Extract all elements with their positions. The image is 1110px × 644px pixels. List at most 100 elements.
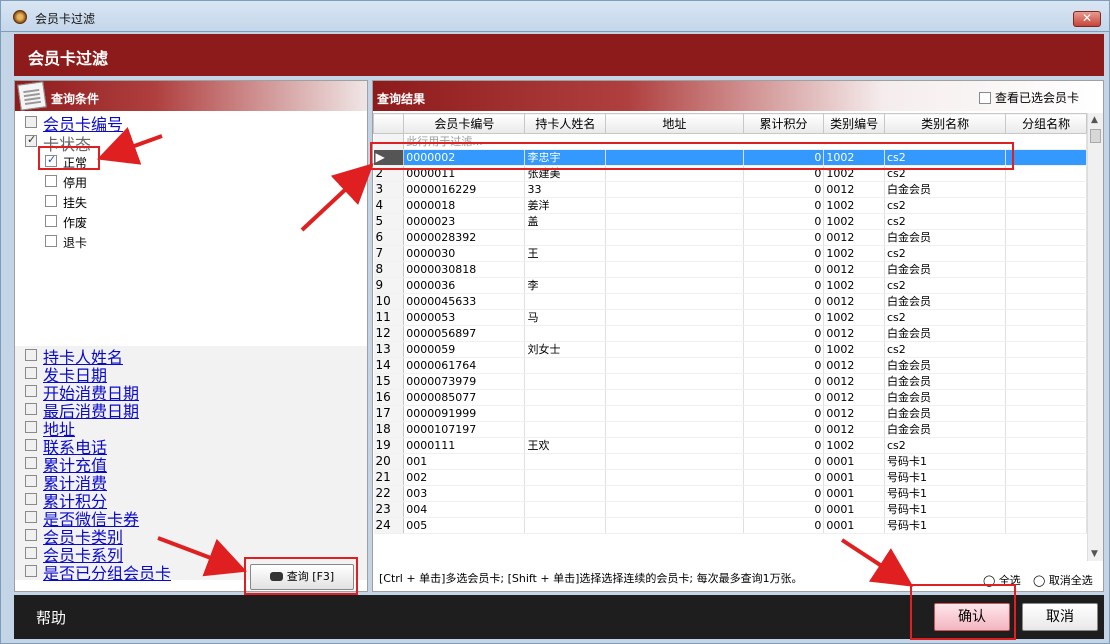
card-no-checkbox[interactable] <box>25 116 37 128</box>
category-no-cell: 1002 <box>823 341 885 358</box>
address-cell <box>605 517 744 534</box>
table-row[interactable]: 8 0000030818 0 0012 白金会员 <box>373 261 1087 278</box>
table-row[interactable]: 7 0000030 王 0 1002 cs2 <box>373 245 1087 262</box>
col-holder-name[interactable]: 持卡人姓名 <box>524 113 607 134</box>
close-button[interactable]: ✕ <box>1073 11 1101 27</box>
holder-name-cell <box>524 261 607 278</box>
status-lost-checkbox[interactable] <box>45 195 57 207</box>
cond-checkbox[interactable] <box>25 547 37 559</box>
address-cell <box>605 421 744 438</box>
col-card-no[interactable]: 会员卡编号 <box>403 113 526 134</box>
table-row[interactable]: 15 0000073979 0 0012 白金会员 <box>373 373 1087 390</box>
condition-grouped-card[interactable]: 是否已分组会员卡 <box>43 560 171 584</box>
table-row[interactable]: 17 0000091999 0 0012 白金会员 <box>373 405 1087 422</box>
help-link[interactable]: 帮助 <box>36 607 66 628</box>
category-name-cell: 白金会员 <box>884 229 1007 246</box>
conditions-title: 查询条件 <box>51 92 100 106</box>
table-row[interactable]: 6 0000028392 0 0012 白金会员 <box>373 229 1087 246</box>
annotation-box-status <box>38 146 100 170</box>
address-cell <box>605 453 744 470</box>
table-row[interactable]: 21 002 0 0001 号码卡1 <box>373 469 1087 486</box>
col-category-no[interactable]: 类别编号 <box>823 113 885 134</box>
row-number-cell: 17 <box>373 405 405 422</box>
category-no-cell: 0012 <box>823 181 885 198</box>
points-cell: 0 <box>743 325 825 342</box>
scroll-down-icon[interactable]: ▼ <box>1091 549 1098 559</box>
results-grid: 会员卡编号 持卡人姓名 地址 累计积分 类别编号 类别名称 分组名称 此行用于过… <box>373 113 1087 561</box>
table-row[interactable]: 14 0000061764 0 0012 白金会员 <box>373 357 1087 374</box>
status-void-checkbox[interactable] <box>45 215 57 227</box>
card-no-cell: 003 <box>403 485 526 502</box>
category-name-cell: 白金会员 <box>884 357 1007 374</box>
category-no-cell: 0012 <box>823 293 885 310</box>
address-cell <box>605 405 744 422</box>
table-row[interactable]: 16 0000085077 0 0012 白金会员 <box>373 389 1087 406</box>
cond-checkbox[interactable] <box>25 367 37 379</box>
cond-checkbox[interactable] <box>25 529 37 541</box>
cond-checkbox[interactable] <box>25 493 37 505</box>
category-name-cell: cs2 <box>884 341 1007 358</box>
conditions-header: 查询条件 <box>15 81 367 111</box>
table-row[interactable]: 22 003 0 0001 号码卡1 <box>373 485 1087 502</box>
col-points[interactable]: 累计积分 <box>742 113 825 134</box>
table-row[interactable]: 4 0000018 姜洋 0 1002 cs2 <box>373 197 1087 214</box>
condition-list: 持卡人姓名 发卡日期 开始消费日期 最后消费日期 地址 联系电话 累计充值 累计… <box>15 346 367 583</box>
table-row[interactable]: 24 005 0 0001 号码卡1 <box>373 517 1087 534</box>
deselect-all-button[interactable]: ◯ 取消全选 <box>1033 572 1093 588</box>
holder-name-cell: 姜洋 <box>524 197 607 214</box>
table-row[interactable]: 9 0000036 李 0 1002 cs2 <box>373 277 1087 294</box>
col-group-name[interactable]: 分组名称 <box>1005 113 1087 134</box>
cond-checkbox[interactable] <box>25 565 37 577</box>
holder-name-cell: 马 <box>524 309 607 326</box>
card-no-cell: 004 <box>403 501 526 518</box>
cond-checkbox[interactable] <box>25 421 37 433</box>
table-row[interactable]: 20 001 0 0001 号码卡1 <box>373 453 1087 470</box>
view-selected-checkbox[interactable] <box>978 92 991 104</box>
cond-checkbox[interactable] <box>25 511 37 523</box>
cond-checkbox[interactable] <box>25 439 37 451</box>
holder-name-cell <box>524 501 607 518</box>
category-no-cell: 0012 <box>823 421 885 438</box>
scroll-up-icon[interactable]: ▲ <box>1091 115 1098 125</box>
address-cell <box>605 197 744 214</box>
holder-name-cell <box>524 485 607 502</box>
category-no-cell: 1002 <box>823 437 885 454</box>
holder-name-cell: 王欢 <box>524 437 607 454</box>
status-disabled-checkbox[interactable] <box>45 175 57 187</box>
holder-name-cell <box>524 421 607 438</box>
table-row[interactable]: 18 0000107197 0 0012 白金会员 <box>373 421 1087 438</box>
cond-checkbox[interactable] <box>25 403 37 415</box>
table-row[interactable]: 19 0000111 王欢 0 1002 cs2 <box>373 437 1087 454</box>
group-name-cell <box>1005 357 1087 374</box>
table-row[interactable]: 11 0000053 马 0 1002 cs2 <box>373 309 1087 326</box>
table-row[interactable]: 23 004 0 0001 号码卡1 <box>373 501 1087 518</box>
col-category-name[interactable]: 类别名称 <box>883 113 1007 134</box>
row-number-cell: 7 <box>373 245 405 262</box>
col-address[interactable]: 地址 <box>605 113 744 134</box>
category-name-cell: cs2 <box>884 197 1007 214</box>
category-name-cell: cs2 <box>884 309 1007 326</box>
group-name-cell <box>1005 229 1087 246</box>
cond-checkbox[interactable] <box>25 475 37 487</box>
cancel-button[interactable]: 取消 <box>1022 603 1098 631</box>
vertical-scrollbar[interactable]: ▲ ▼ <box>1087 113 1103 561</box>
app-icon <box>13 10 27 24</box>
table-row[interactable]: 13 0000059 刘女士 0 1002 cs2 <box>373 341 1087 358</box>
card-status-checkbox[interactable] <box>25 133 37 147</box>
scroll-thumb[interactable] <box>1090 129 1101 143</box>
cond-checkbox[interactable] <box>25 457 37 469</box>
view-selected-toggle[interactable]: 查看已选会员卡 <box>978 89 1079 106</box>
table-row[interactable]: 12 0000056897 0 0012 白金会员 <box>373 325 1087 342</box>
category-name-cell: 号码卡1 <box>884 469 1007 486</box>
card-no-cell: 0000056897 <box>403 325 526 342</box>
table-row[interactable]: 3 0000016229 33 0 0012 白金会员 <box>373 181 1087 198</box>
status-returned-checkbox[interactable] <box>45 235 57 247</box>
table-row[interactable]: 5 0000023 盖 0 1002 cs2 <box>373 213 1087 230</box>
row-number-cell: 14 <box>373 357 405 374</box>
table-row[interactable]: 10 0000045633 0 0012 白金会员 <box>373 293 1087 310</box>
group-name-cell <box>1005 245 1087 262</box>
cond-checkbox[interactable] <box>25 349 37 361</box>
card-no-cell: 0000030 <box>403 245 526 262</box>
group-name-cell <box>1005 165 1087 182</box>
cond-checkbox[interactable] <box>25 385 37 397</box>
